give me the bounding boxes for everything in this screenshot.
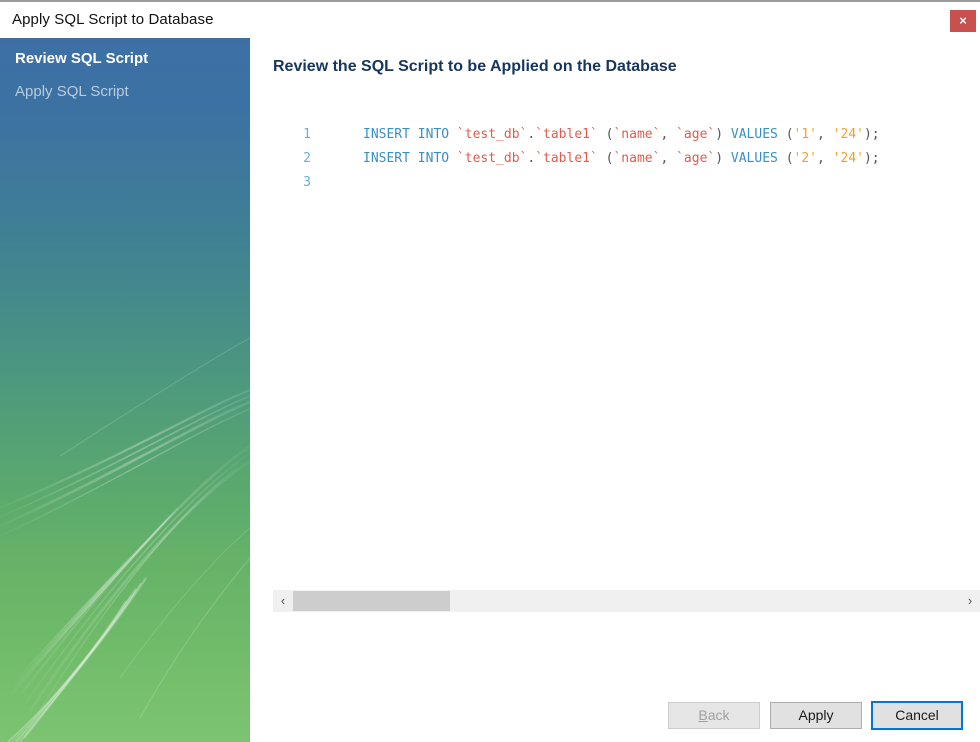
sql-token-punc: ); bbox=[863, 151, 880, 166]
sql-code-line: 2 INSERT INTO `test_db`.`table1` (`name`,… bbox=[273, 147, 980, 171]
sql-token-kw: VALUES bbox=[730, 127, 778, 142]
back-button-label: ack bbox=[707, 707, 730, 723]
sql-token-punc: , bbox=[660, 127, 677, 142]
line-number: 3 bbox=[303, 175, 311, 190]
scrollbar-track[interactable] bbox=[293, 590, 960, 612]
apply-button[interactable]: Apply bbox=[770, 702, 862, 729]
sql-token-str: '1' bbox=[793, 127, 818, 142]
sql-code-line: 3 bbox=[273, 171, 980, 195]
close-icon[interactable]: × bbox=[950, 10, 976, 32]
line-number: 1 bbox=[303, 127, 311, 142]
dialog-window: Apply SQL Script to Database × Review SQ… bbox=[0, 0, 980, 742]
sql-code-text: INSERT INTO `test_db`.`table1` (`name`, … bbox=[311, 147, 880, 171]
sql-token-id: `age` bbox=[676, 151, 716, 166]
horizontal-scrollbar[interactable]: ‹ › bbox=[273, 590, 980, 612]
sql-token-str: '24' bbox=[832, 151, 864, 166]
sql-script-editor[interactable]: 1 INSERT INTO `test_db`.`table1` (`name`,… bbox=[273, 123, 980, 588]
sql-token-punc: ( bbox=[777, 151, 794, 166]
sql-token-str: '2' bbox=[793, 151, 818, 166]
sql-token-punc: ( bbox=[597, 151, 614, 166]
sql-token-id: `age` bbox=[676, 127, 716, 142]
sql-token-id: `name` bbox=[613, 151, 661, 166]
dialog-footer: Back Apply Cancel bbox=[250, 694, 980, 742]
sql-token-kw: INSERT INTO bbox=[363, 127, 457, 142]
sql-token-punc: ) bbox=[715, 127, 731, 142]
sql-token-str: '24' bbox=[832, 127, 864, 142]
sql-token-kw: VALUES bbox=[730, 151, 778, 166]
sql-token-punc: , bbox=[817, 151, 833, 166]
scroll-right-arrow-icon[interactable]: › bbox=[960, 590, 980, 612]
sidebar-item-apply-sql-script[interactable]: Apply SQL Script bbox=[15, 83, 129, 100]
line-number: 2 bbox=[303, 151, 311, 166]
sql-code-line: 1 INSERT INTO `test_db`.`table1` (`name`,… bbox=[273, 123, 980, 147]
sql-code-text: INSERT INTO `test_db`.`table1` (`name`, … bbox=[311, 123, 880, 147]
sql-token-id: `table1` bbox=[535, 127, 598, 142]
scroll-left-arrow-icon[interactable]: ‹ bbox=[273, 590, 293, 612]
sql-token-id: `table1` bbox=[535, 151, 598, 166]
sql-token-punc: ( bbox=[777, 127, 794, 142]
sidebar-decoration-swoosh bbox=[0, 337, 250, 742]
sql-token-kw: INSERT INTO bbox=[363, 151, 457, 166]
sidebar-item-review-sql-script[interactable]: Review SQL Script bbox=[15, 50, 148, 67]
back-button-mnemonic: B bbox=[698, 707, 708, 723]
sql-token-punc: ) bbox=[715, 151, 731, 166]
sql-token-id: `name` bbox=[613, 127, 661, 142]
sql-token-punc: , bbox=[817, 127, 833, 142]
sql-token-id: `test_db` bbox=[456, 151, 528, 166]
sql-token-id: `test_db` bbox=[456, 127, 528, 142]
sql-token-punc: , bbox=[660, 151, 677, 166]
sql-token-punc: ( bbox=[597, 127, 614, 142]
title-bar: Apply SQL Script to Database × bbox=[0, 2, 980, 38]
window-title: Apply SQL Script to Database bbox=[12, 11, 214, 28]
content-pane: Review the SQL Script to be Applied on t… bbox=[250, 38, 980, 742]
wizard-sidebar: Review SQL Script Apply SQL Script bbox=[0, 38, 250, 742]
scrollbar-thumb[interactable] bbox=[293, 591, 450, 611]
page-title: Review the SQL Script to be Applied on t… bbox=[273, 58, 677, 75]
sql-token-punc: ); bbox=[863, 127, 880, 142]
cancel-button[interactable]: Cancel bbox=[871, 701, 963, 730]
back-button: Back bbox=[668, 702, 760, 729]
